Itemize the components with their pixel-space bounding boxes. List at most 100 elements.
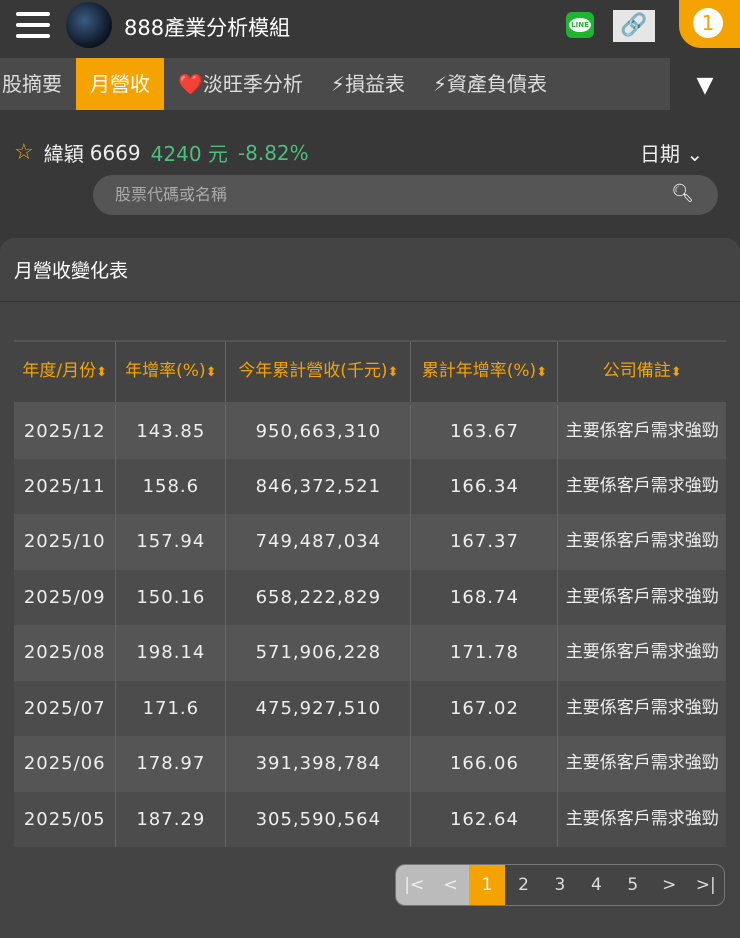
table-row: 2025/12 143.85 950,663,310 163.67 主要係客戶需求強勁 <box>14 403 726 459</box>
notification-badge[interactable]: 1 <box>679 0 740 48</box>
stock-info: ☆ 緯穎 6669 4240 元 -8.82% <box>14 138 309 167</box>
stock-code: 6669 <box>89 140 141 165</box>
sort-icon: ⬍ <box>205 365 217 380</box>
table-cell: 162.64 <box>410 791 559 847</box>
table-cell: 171.6 <box>115 680 227 736</box>
table-cell: 主要係客戶需求強勁 <box>565 697 719 718</box>
sort-icon: ⬍ <box>387 365 399 380</box>
table-cell: 主要係客戶需求強勁 <box>565 753 719 774</box>
table-cell: 171.78 <box>410 625 559 681</box>
line-share-icon[interactable]: LINE <box>566 12 594 38</box>
column-header-label: 累計年增率(%) <box>421 361 537 381</box>
app-title: 888產業分析模組 <box>124 16 291 40</box>
table-cell: 157.94 <box>115 514 227 570</box>
table-cell: 391,398,784 <box>225 736 412 792</box>
stock-change: -8.82% <box>237 140 309 165</box>
table-cell: 305,590,564 <box>225 791 412 847</box>
page-button[interactable]: 5 <box>615 865 651 905</box>
table-cell: 167.37 <box>410 514 559 570</box>
column-header[interactable]: 累計年增率(%)⬍ <box>410 340 559 404</box>
table-row: 2025/08 198.14 571,906,228 171.78 主要係客戶需求強勁 <box>14 625 726 681</box>
link-icon[interactable]: 🔗 <box>613 10 655 42</box>
table-cell: 187.29 <box>115 791 227 847</box>
card-title: 月營收變化表 <box>0 238 740 302</box>
tab-3[interactable]: ⚡損益表 <box>317 58 419 110</box>
stock-name: 緯穎 <box>43 142 84 166</box>
table-cell: 143.85 <box>115 403 227 459</box>
column-header-label: 公司備註 <box>602 361 671 381</box>
table-row: 2025/09 150.16 658,222,829 168.74 主要係客戶需求強勁 <box>14 569 726 625</box>
column-header-label: 今年累計營收(千元) <box>238 361 388 381</box>
page-button[interactable]: < <box>432 865 469 905</box>
more-tabs-dropdown-icon[interactable]: ▼ <box>670 58 740 110</box>
table-cell: 846,372,521 <box>225 458 412 514</box>
page-button[interactable]: 1 <box>468 865 506 905</box>
stock-price: 4240 元 <box>150 142 228 166</box>
table-row: 2025/06 178.97 391,398,784 166.06 主要係客戶需求強勁 <box>14 736 726 792</box>
search-icon[interactable]: 🔍︎ <box>671 183 694 204</box>
chevron-down-icon: ⌄ <box>686 142 704 166</box>
column-header-label: 年增率(%) <box>125 361 206 381</box>
table-cell: 2025/09 <box>14 569 117 625</box>
avatar[interactable] <box>66 2 112 48</box>
table-row: 2025/11 158.6 846,372,521 166.34 主要係客戶需求強勁 <box>14 458 726 514</box>
revenue-card: 月營收變化表 年度/月份⬍ 年增率(%)⬍ 今年累計營收(千元)⬍ 累計年增率(%)⬍… <box>0 238 740 938</box>
hamburger-menu-icon[interactable] <box>16 12 50 38</box>
table-cell: 158.6 <box>115 458 227 514</box>
table-cell: 主要係客戶需求強勁 <box>565 475 719 496</box>
table-cell: 2025/08 <box>14 625 117 681</box>
table-cell: 163.67 <box>410 403 559 459</box>
tab-bar: 股摘要 月營收 ❤️淡旺季分析 ⚡損益表 ⚡資產負債表 ▼ <box>0 58 740 110</box>
table-cell: 475,927,510 <box>225 680 412 736</box>
tab-0[interactable]: 股摘要 <box>0 58 76 110</box>
column-header[interactable]: 年增率(%)⬍ <box>115 340 227 404</box>
table-cell: 主要係客戶需求強勁 <box>565 420 719 441</box>
table-cell: 167.02 <box>410 680 559 736</box>
page-button[interactable]: 4 <box>578 865 614 905</box>
table-cell: 主要係客戶需求強勁 <box>565 808 719 829</box>
column-header[interactable]: 今年累計營收(千元)⬍ <box>225 340 412 404</box>
pagination: |< <1 2 3 4 5 > >| <box>395 864 725 906</box>
table-cell: 2025/10 <box>14 514 117 570</box>
table-cell: 749,487,034 <box>225 514 412 570</box>
page-button[interactable]: 2 <box>505 865 541 905</box>
table-cell: 658,222,829 <box>225 569 412 625</box>
line-label: LINE <box>569 18 591 32</box>
table-cell: 198.14 <box>115 625 227 681</box>
page-button[interactable]: >| <box>688 865 724 905</box>
table-cell: 166.34 <box>410 458 559 514</box>
table-row: 2025/10 157.94 749,487,034 167.37 主要係客戶需求強勁 <box>14 514 726 570</box>
page-button[interactable]: > <box>651 865 687 905</box>
search-bar: 🔍︎ <box>93 175 718 215</box>
page-button[interactable]: |< <box>396 865 433 905</box>
top-bar: 888產業分析模組 LINE 🔗 1 <box>0 0 740 52</box>
table-cell: 178.97 <box>115 736 227 792</box>
table-cell: 571,906,228 <box>225 625 412 681</box>
tab-1[interactable]: 月營收 <box>76 58 164 110</box>
notification-count: 1 <box>693 8 723 38</box>
search-input[interactable] <box>115 185 635 204</box>
revenue-table: 年度/月份⬍ 年增率(%)⬍ 今年累計營收(千元)⬍ 累計年增率(%)⬍ 公司備註⬍ 2… <box>14 340 726 847</box>
table-cell: 150.16 <box>115 569 227 625</box>
table-row: 2025/05 187.29 305,590,564 162.64 主要係客戶需求強勁 <box>14 791 726 847</box>
table-row: 2025/07 171.6 475,927,510 167.02 主要係客戶需求強勁 <box>14 680 726 736</box>
tab-2[interactable]: ❤️淡旺季分析 <box>164 58 317 110</box>
sort-icon: ⬍ <box>670 365 682 380</box>
table-cell: 166.06 <box>410 736 559 792</box>
table-cell: 主要係客戶需求強勁 <box>565 531 719 552</box>
column-header[interactable]: 年度/月份⬍ <box>14 340 117 404</box>
date-label: 日期 <box>640 142 680 166</box>
table-cell: 2025/06 <box>14 736 117 792</box>
table-cell: 950,663,310 <box>225 403 412 459</box>
column-header[interactable]: 公司備註⬍ <box>557 340 726 404</box>
table-cell: 168.74 <box>410 569 559 625</box>
page-button[interactable]: 3 <box>542 865 578 905</box>
table-cell: 主要係客戶需求強勁 <box>565 586 719 607</box>
favorite-star-icon[interactable]: ☆ <box>14 140 34 165</box>
table-cell: 2025/12 <box>14 403 117 459</box>
table-cell: 主要係客戶需求強勁 <box>565 642 719 663</box>
sort-icon: ⬍ <box>96 365 108 380</box>
tab-4[interactable]: ⚡資產負債表 <box>419 58 561 110</box>
table-cell: 2025/11 <box>14 458 117 514</box>
date-dropdown[interactable]: 日期 ⌄ <box>640 138 703 167</box>
